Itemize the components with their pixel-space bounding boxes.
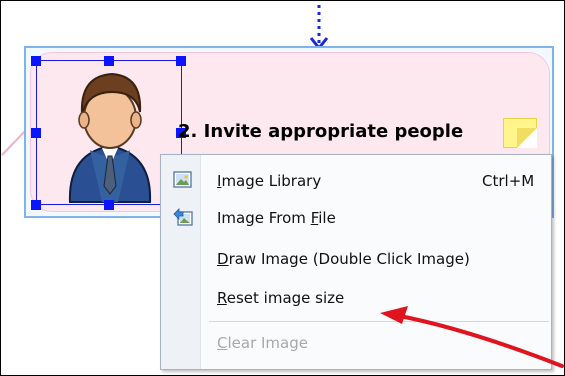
annotation-arrow-icon bbox=[380, 306, 564, 368]
